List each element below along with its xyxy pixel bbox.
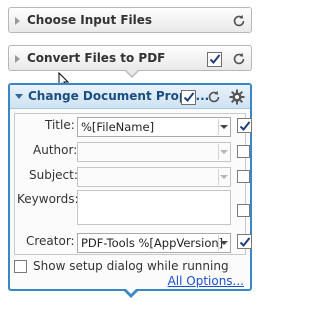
panel-change-document-properties[interactable]: Change Document Prope... Title: %[FileNa… [8, 83, 252, 298]
creator-label: Creator: [26, 234, 75, 248]
title-label: Title: [45, 118, 75, 132]
checkbox-frame[interactable] [207, 51, 222, 67]
panel-title: Convert Files to PDF [27, 51, 166, 65]
gear-icon[interactable] [227, 88, 246, 106]
expand-arrow-icon[interactable] [15, 55, 20, 63]
subject-label: Subject: [29, 168, 78, 182]
show-setup-dialog-label: Show setup dialog while running [33, 259, 229, 273]
panel-convert-files-to-pdf[interactable]: Convert Files to PDF [8, 45, 252, 78]
checkbox-frame[interactable] [237, 204, 250, 217]
checkmark-icon [239, 120, 250, 131]
creator-enable-checkbox[interactable] [237, 234, 252, 249]
dropdown-arrow-icon[interactable] [220, 175, 228, 179]
reset-icon[interactable] [229, 12, 248, 30]
enable-checkbox[interactable] [179, 88, 198, 106]
author-label: Author: [33, 143, 78, 157]
expand-arrow-icon[interactable] [15, 17, 20, 25]
subject-combobox[interactable] [77, 167, 231, 187]
panel-connector [123, 288, 139, 298]
show-setup-dialog-option[interactable]: Show setup dialog while running [14, 259, 229, 273]
panel-header[interactable]: Change Document Prope... [10, 85, 250, 109]
checkmark-icon [209, 54, 220, 64]
panel-header[interactable]: Choose Input Files [9, 8, 251, 34]
enable-checkbox[interactable] [205, 50, 224, 68]
checkmark-icon [239, 236, 250, 247]
checkbox-frame[interactable] [237, 234, 252, 249]
checkbox-frame[interactable] [237, 170, 250, 183]
subject-enable-checkbox[interactable] [237, 170, 250, 183]
checkbox-frame[interactable] [237, 118, 252, 133]
panel-connector [124, 69, 140, 78]
dropdown-arrow-icon[interactable] [220, 125, 228, 129]
title-enable-checkbox[interactable] [237, 118, 252, 133]
author-enable-checkbox[interactable] [237, 145, 250, 158]
panel-choose-input-files[interactable]: Choose Input Files [8, 7, 252, 33]
collapse-arrow-icon[interactable] [15, 94, 23, 99]
creator-combobox[interactable]: PDF-Tools %[AppVersion] [77, 233, 231, 253]
keywords-label: Keywords: [17, 192, 79, 206]
checkbox-frame[interactable] [181, 89, 196, 105]
author-combobox[interactable] [77, 142, 231, 162]
reset-icon[interactable] [204, 88, 223, 106]
panel-title: Choose Input Files [27, 13, 153, 27]
show-setup-dialog-checkbox[interactable] [14, 259, 27, 273]
checkbox-frame[interactable] [237, 145, 250, 158]
dropdown-arrow-icon[interactable] [220, 150, 228, 154]
creator-value: PDF-Tools %[AppVersion] [81, 236, 224, 250]
checkmark-icon [183, 92, 194, 102]
dropdown-arrow-icon[interactable] [220, 241, 228, 245]
properties-form: Title: %[FileName] Author: Subject: Keyw… [14, 113, 252, 255]
keywords-textarea[interactable] [77, 190, 231, 225]
title-value: %[FileName] [81, 120, 155, 134]
reset-icon[interactable] [229, 50, 248, 68]
keywords-enable-checkbox[interactable] [237, 204, 250, 217]
title-combobox[interactable]: %[FileName] [77, 117, 231, 137]
all-options-link[interactable]: All Options... [168, 274, 244, 288]
